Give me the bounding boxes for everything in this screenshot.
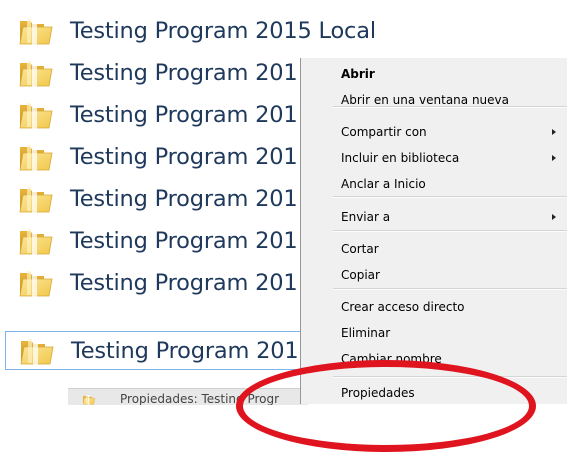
- menu-separator: [333, 376, 567, 378]
- folder-icon: [82, 394, 96, 405]
- menu-separator: [333, 230, 567, 232]
- folder-label: Testing Program 2015 Local: [70, 18, 376, 44]
- menu-item-incluir-en-biblioteca[interactable]: Incluir en biblioteca: [341, 149, 459, 167]
- properties-dialog-title: Propiedades: Testing Progr: [120, 392, 280, 405]
- menu-separator: [333, 106, 567, 108]
- folder-icon: [18, 16, 54, 46]
- properties-dialog-taskbar-item[interactable]: Propiedades: Testing Progr: [68, 388, 308, 405]
- menu-item-anclar-a-inicio[interactable]: Anclar a Inicio: [341, 175, 426, 193]
- folder-icon: [18, 268, 54, 298]
- menu-separator: [333, 196, 567, 198]
- folder-label: Testing Program 201: [71, 337, 299, 364]
- folder-label: Testing Program 201: [70, 102, 298, 128]
- folder-item-selected[interactable]: Testing Program 201: [5, 331, 303, 370]
- submenu-arrow-icon: [552, 155, 556, 161]
- folder-label: Testing Program 201: [70, 186, 298, 212]
- folder-icon: [18, 58, 54, 88]
- folder-label: Testing Program 201: [70, 270, 298, 296]
- submenu-arrow-icon: [552, 214, 556, 220]
- menu-separator: [333, 288, 567, 290]
- folder-icon: [18, 184, 54, 214]
- menu-item-cortar[interactable]: Cortar: [341, 240, 379, 258]
- folder-icon: [18, 226, 54, 256]
- menu-item-cambiar-nombre[interactable]: Cambiar nombre: [341, 350, 442, 368]
- menu-item-compartir-con[interactable]: Compartir con: [341, 123, 427, 141]
- submenu-arrow-icon: [552, 129, 556, 135]
- menu-item-copiar[interactable]: Copiar: [341, 266, 380, 284]
- menu-item-enviar-a[interactable]: Enviar a: [341, 208, 390, 226]
- menu-item-eliminar[interactable]: Eliminar: [341, 324, 390, 342]
- menu-item-abrir[interactable]: Abrir: [341, 65, 375, 83]
- folder-item[interactable]: Testing Program 2015 Local: [10, 14, 480, 48]
- menu-item-crear-acceso-directo[interactable]: Crear acceso directo: [341, 298, 465, 316]
- context-menu: Abrir Abrir en una ventana nueva Compartir…: [300, 58, 567, 404]
- folder-icon: [18, 100, 54, 130]
- folder-icon: [18, 142, 54, 172]
- folder-label: Testing Program 201: [70, 144, 298, 170]
- folder-label: Testing Program 201: [70, 228, 298, 254]
- menu-item-propiedades[interactable]: Propiedades: [341, 384, 415, 402]
- folder-icon: [19, 336, 55, 366]
- folder-label: Testing Program 201: [70, 60, 298, 86]
